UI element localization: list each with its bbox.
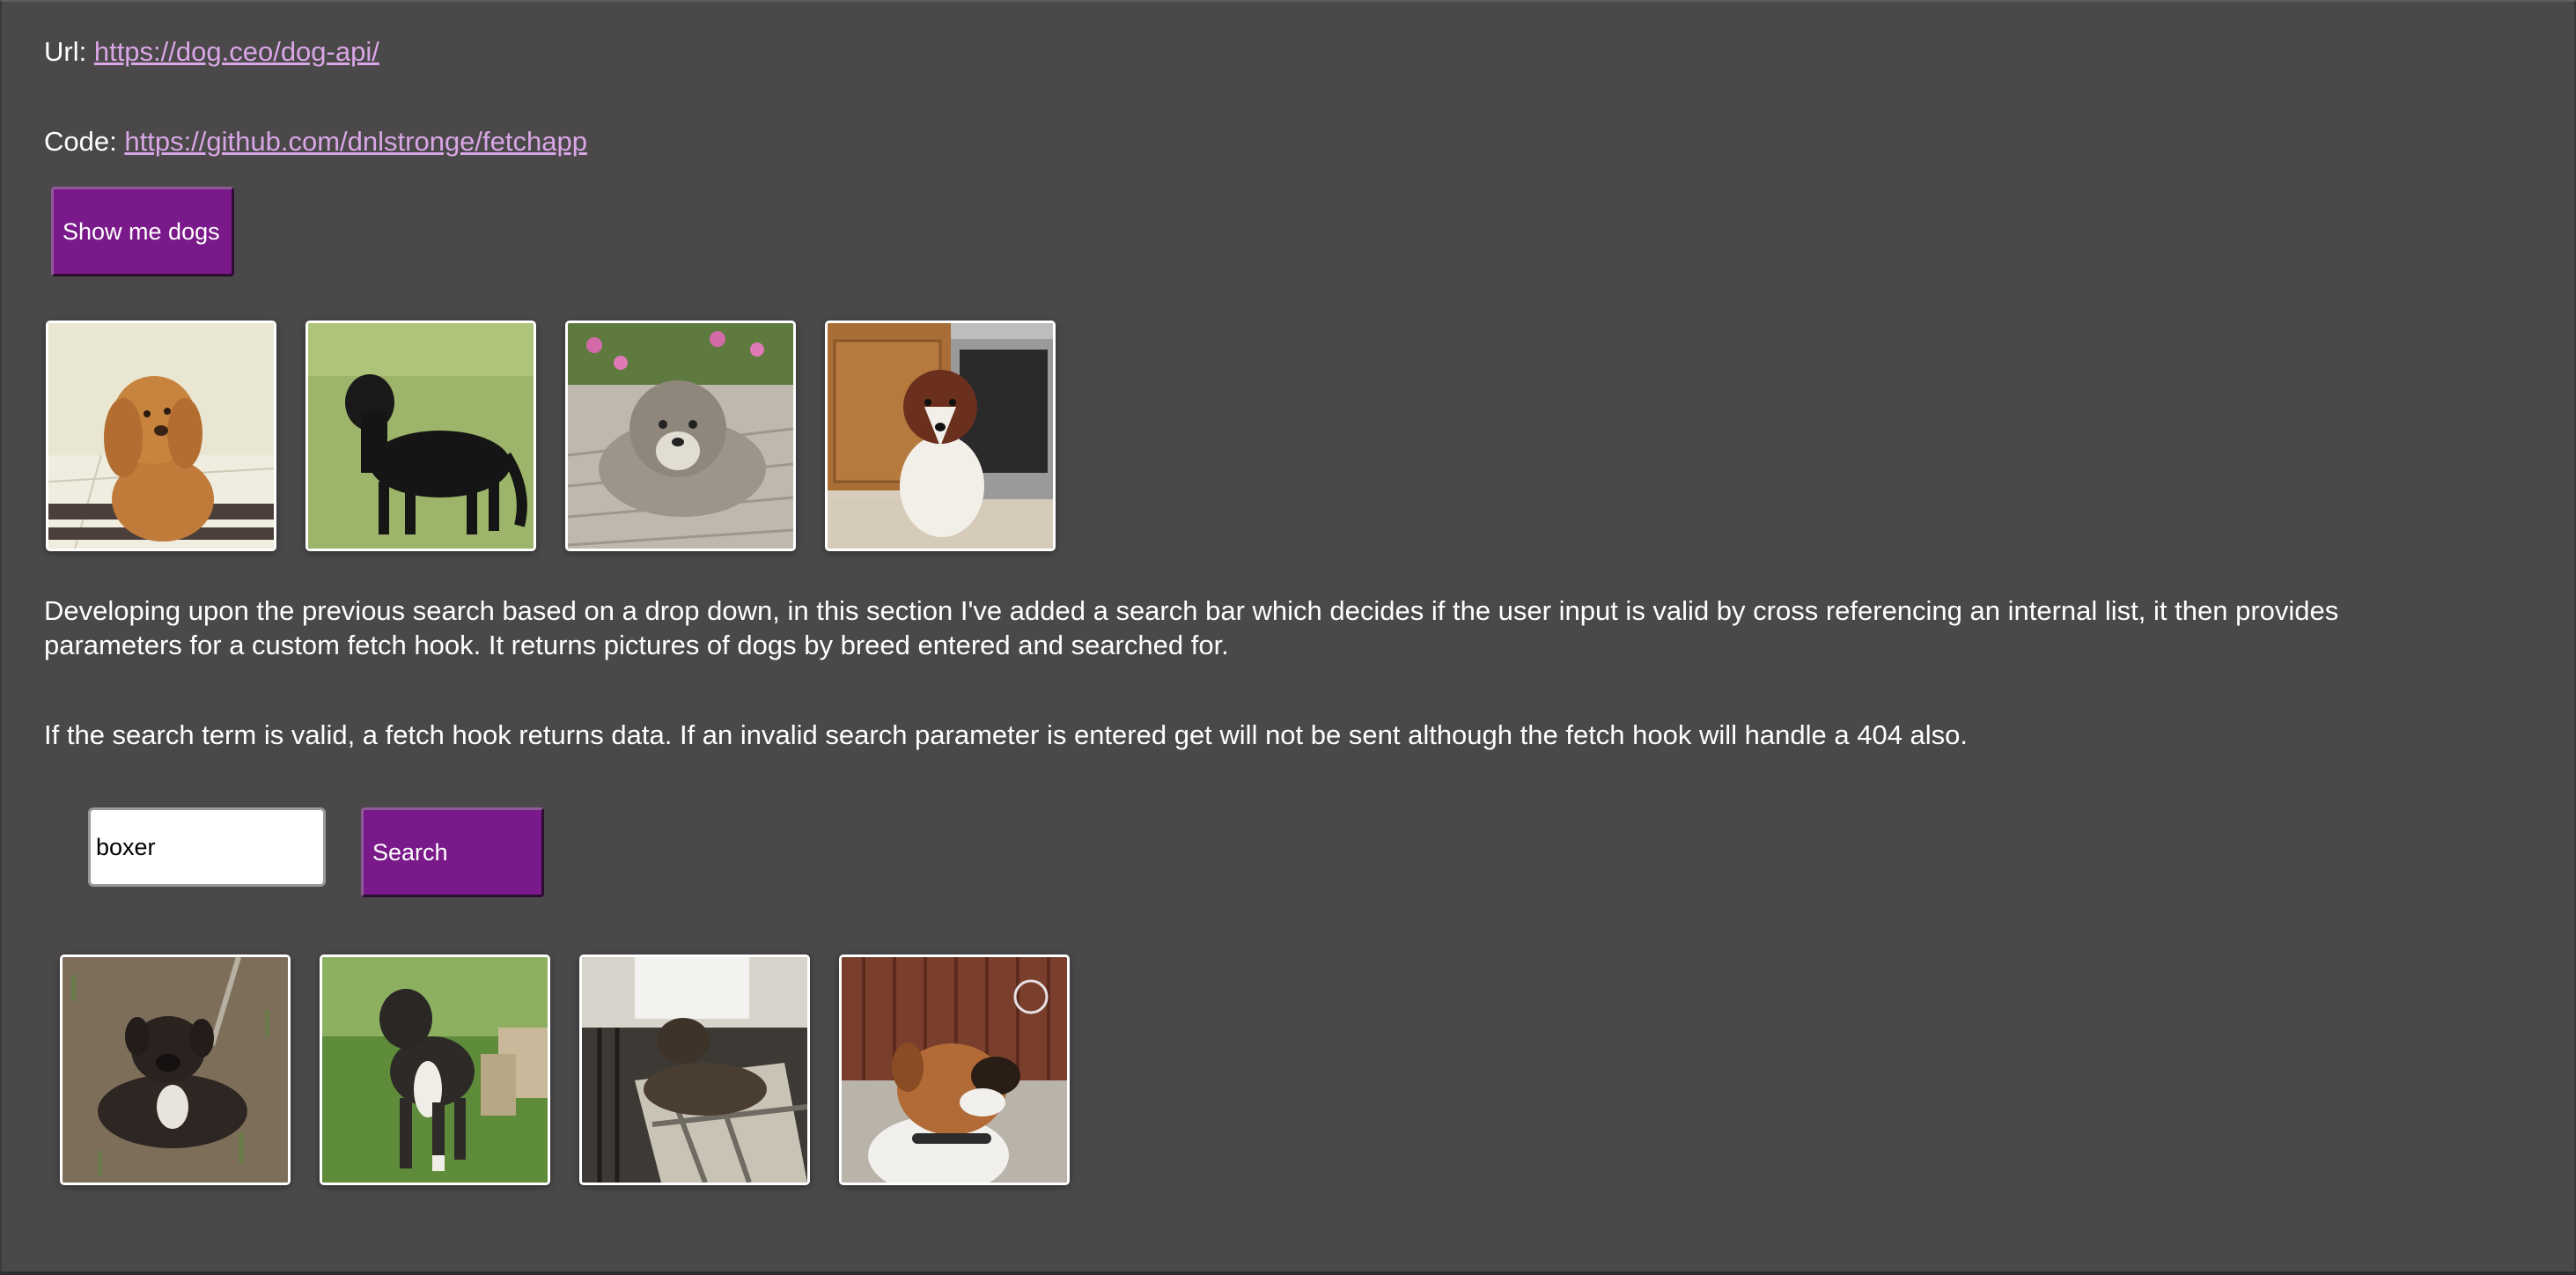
- code-label: Code:: [44, 126, 117, 157]
- description-paragraph-1: Developing upon the previous search base…: [44, 595, 2339, 660]
- description-paragraph-2: If the search term is valid, a fetch hoo…: [44, 719, 1969, 750]
- dog-image: [839, 954, 1070, 1185]
- boxer-puppy-standing-photo: [322, 957, 548, 1183]
- flat-coated-retriever-photo: [308, 323, 534, 549]
- page: Url: https://dog.ceo/dog-api/ Code: http…: [0, 0, 2576, 1275]
- search-button[interactable]: Search: [361, 807, 544, 897]
- dog-image: [305, 321, 536, 551]
- url-label: Url:: [44, 36, 87, 67]
- boxer-puppy-lying-photo: [63, 957, 288, 1183]
- breed-search-input[interactable]: [88, 807, 326, 887]
- code-line: Code: https://github.com/dnlstronge/fetc…: [44, 125, 587, 158]
- cocker-spaniel-photo: [48, 323, 274, 549]
- boxer-looking-up-photo: [842, 957, 1067, 1183]
- dog-image: [565, 321, 796, 551]
- dog-image: [46, 321, 276, 551]
- random-dogs-gallery: [46, 321, 1056, 551]
- boxer-lying-sunlight-photo: [582, 957, 807, 1183]
- github-link[interactable]: https://github.com/dnlstronge/fetchapp: [124, 126, 587, 157]
- border-collie-photo: [828, 323, 1053, 549]
- show-me-dogs-button[interactable]: Show me dogs: [51, 187, 234, 276]
- shih-tzu-photo: [568, 323, 793, 549]
- dog-api-link[interactable]: https://dog.ceo/dog-api/: [94, 36, 379, 67]
- dog-image: [825, 321, 1056, 551]
- url-line: Url: https://dog.ceo/dog-api/: [44, 35, 379, 69]
- dog-image: [320, 954, 550, 1185]
- dog-image: [579, 954, 810, 1185]
- dog-image: [60, 954, 291, 1185]
- search-results-gallery: [60, 954, 1070, 1185]
